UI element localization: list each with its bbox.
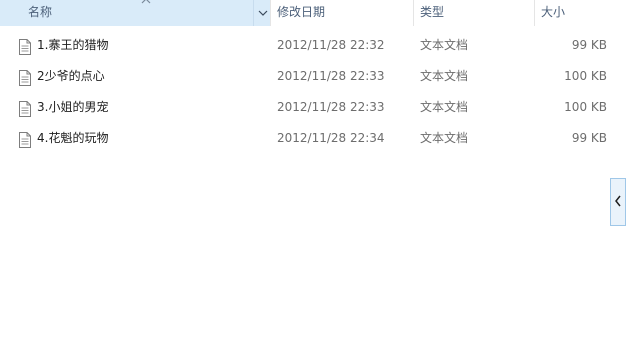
column-header-size-label: 大小 — [541, 5, 566, 19]
file-row[interactable]: 2少爷的点心 2012/11/28 22:33 文本文档 100 KB — [0, 62, 628, 90]
file-name: 4.花魁的玩物 — [37, 131, 109, 145]
file-size: 99 KB — [571, 131, 607, 145]
text-file-icon — [18, 99, 32, 117]
column-header-name[interactable]: 名称 — [0, 0, 271, 26]
text-file-icon — [18, 68, 32, 86]
file-date: 2012/11/28 22:33 — [277, 69, 385, 83]
preview-pane-toggle[interactable] — [610, 178, 626, 226]
file-size: 99 KB — [571, 38, 607, 52]
column-header-date[interactable]: 修改日期 — [272, 0, 414, 26]
file-size: 100 KB — [564, 69, 607, 83]
file-type: 文本文档 — [420, 38, 469, 52]
file-name: 3.小姐的男宠 — [37, 100, 109, 114]
file-type: 文本文档 — [420, 131, 469, 145]
column-header-name-label: 名称 — [28, 5, 53, 19]
chevron-down-icon[interactable] — [253, 0, 272, 26]
chevron-left-icon — [614, 195, 622, 210]
column-header-date-label: 修改日期 — [277, 5, 326, 19]
column-header-type-label: 类型 — [420, 5, 445, 19]
file-type: 文本文档 — [420, 69, 469, 83]
file-row[interactable]: 4.花魁的玩物 2012/11/28 22:34 文本文档 99 KB — [0, 124, 628, 152]
file-name: 2少爷的点心 — [37, 69, 105, 83]
column-header-size[interactable]: 大小 — [536, 0, 628, 26]
text-file-icon — [18, 130, 32, 148]
text-file-icon — [18, 37, 32, 55]
file-type: 文本文档 — [420, 100, 469, 114]
sort-up-icon — [141, 0, 151, 5]
file-date: 2012/11/28 22:33 — [277, 100, 385, 114]
column-header-bar: 名称 修改日期 类型 大小 — [0, 0, 628, 26]
file-name: 1.寨王的猎物 — [37, 38, 109, 52]
column-header-type[interactable]: 类型 — [415, 0, 535, 26]
file-row[interactable]: 3.小姐的男宠 2012/11/28 22:33 文本文档 100 KB — [0, 93, 628, 121]
file-row[interactable]: 1.寨王的猎物 2012/11/28 22:32 文本文档 99 KB — [0, 31, 628, 59]
file-size: 100 KB — [564, 100, 607, 114]
file-date: 2012/11/28 22:32 — [277, 38, 385, 52]
file-date: 2012/11/28 22:34 — [277, 131, 385, 145]
